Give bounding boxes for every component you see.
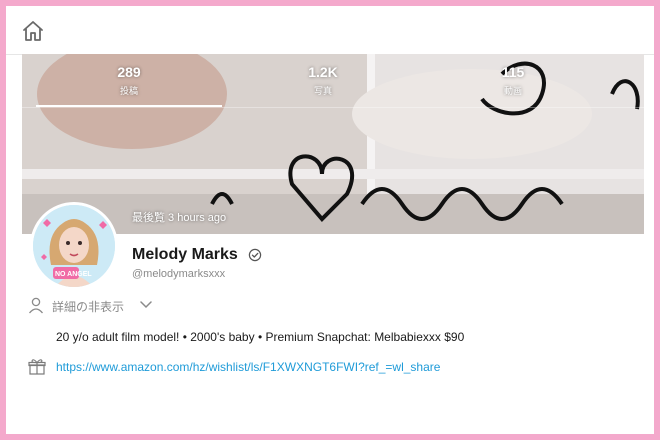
avatar-image: NO ANGEL	[33, 205, 115, 287]
tab-videos[interactable]: 115 動画	[418, 64, 608, 97]
videos-count: 115	[501, 64, 525, 80]
gift-icon	[28, 359, 46, 375]
active-tab-indicator	[36, 105, 222, 107]
profile-banner: 最後覧 3 hours ago 289 投稿 1.2K 写真 115 動画	[22, 54, 644, 234]
profile-bio: 20 y/o adult film model! • 2000's baby •…	[56, 330, 465, 344]
home-button[interactable]	[20, 18, 46, 44]
profile-handle: @melodymarksxxx	[132, 268, 226, 280]
last-seen-text: 最後覧 3 hours ago	[132, 212, 227, 224]
top-bar	[6, 6, 654, 55]
profile-name: Melody Marks	[132, 246, 238, 263]
photos-count: 1.2K	[308, 64, 338, 80]
avatar[interactable]: NO ANGEL	[30, 202, 118, 290]
app-frame: 最後覧 3 hours ago 289 投稿 1.2K 写真 115 動画 NO…	[6, 6, 654, 434]
videos-label: 動画	[503, 86, 522, 96]
stats-tabs: 289 投稿 1.2K 写真 115 動画	[22, 54, 644, 110]
user-icon	[28, 297, 44, 314]
photos-label: 写真	[313, 86, 332, 96]
details-toggle-label: 詳細の非表示	[52, 300, 125, 314]
tab-divider	[22, 107, 644, 108]
posts-label: 投稿	[119, 86, 138, 96]
home-icon	[23, 21, 43, 41]
verified-badge-icon	[249, 248, 262, 261]
chevron-down-icon	[140, 301, 152, 309]
posts-count: 289	[117, 64, 141, 80]
tab-posts[interactable]: 289 投稿	[34, 64, 224, 97]
profile-name-row: Melody Marks	[132, 246, 262, 268]
tab-photos[interactable]: 1.2K 写真	[228, 64, 418, 97]
wishlist-link[interactable]: https://www.amazon.com/hz/wishlist/ls/F1…	[56, 360, 440, 374]
avatar-text: NO ANGEL	[55, 271, 92, 278]
